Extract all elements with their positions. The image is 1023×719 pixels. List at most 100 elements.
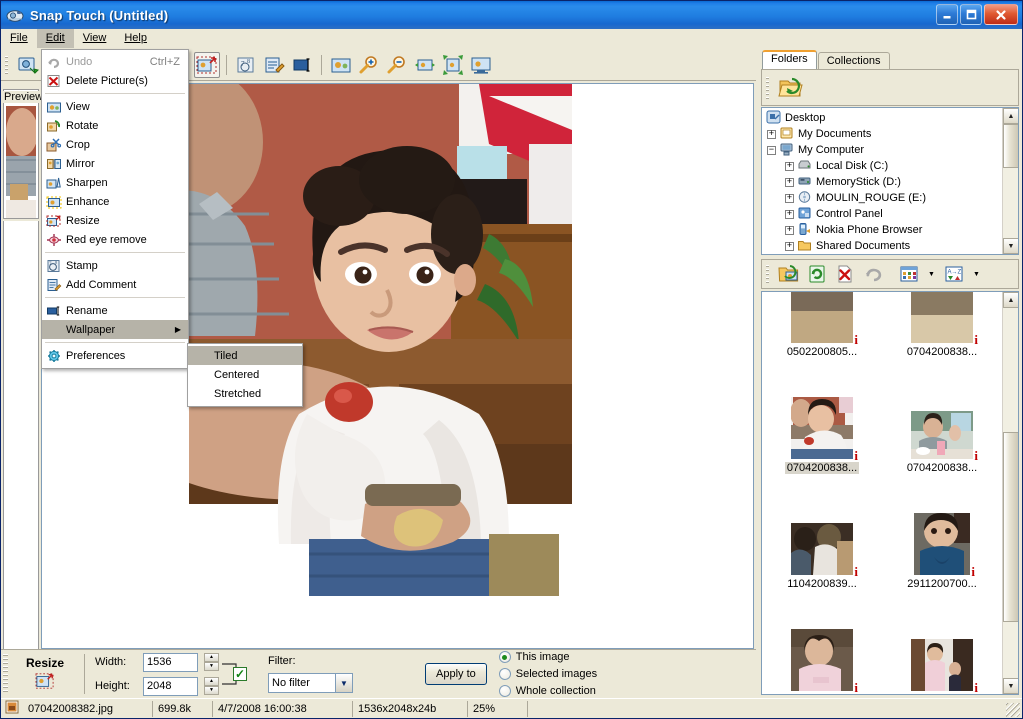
view-mode-icon[interactable] bbox=[896, 261, 922, 287]
tree-scrollbar[interactable]: ▲ ▼ bbox=[1002, 108, 1018, 254]
info-badge-icon[interactable]: i bbox=[974, 449, 978, 462]
menu-item-view[interactable]: View bbox=[42, 97, 188, 116]
height-stepper-down[interactable]: ▼ bbox=[204, 686, 219, 695]
maximize-button[interactable] bbox=[960, 4, 982, 25]
menu-edit[interactable]: Edit bbox=[36, 29, 74, 48]
scroll-up-icon[interactable]: ▲ bbox=[1003, 292, 1018, 308]
menu-item-wallpaper[interactable]: Wallpaper ▶ bbox=[42, 320, 188, 339]
fit-page-icon[interactable] bbox=[440, 52, 466, 78]
expander-icon[interactable]: + bbox=[785, 241, 794, 251]
menu-item-add-comment[interactable]: Add Comment bbox=[42, 275, 188, 294]
tree-item-control-panel[interactable]: + Control Panel bbox=[762, 206, 1000, 222]
refresh-icon[interactable] bbox=[804, 261, 830, 287]
thumbnail-item[interactable]: i 2911200700... bbox=[882, 480, 1002, 590]
menu-item-preferences[interactable]: Preferences bbox=[42, 346, 188, 365]
menu-item-rotate[interactable]: Rotate bbox=[42, 116, 188, 135]
menu-item-resize[interactable]: Resize bbox=[42, 211, 188, 230]
menu-item-enhance[interactable]: Enhance bbox=[42, 192, 188, 211]
width-stepper[interactable]: ▲ ▼ bbox=[204, 653, 219, 671]
preview-panel[interactable] bbox=[3, 89, 39, 219]
menu-item-crop[interactable]: Crop bbox=[42, 135, 188, 154]
tree-item-my-documents-2[interactable]: + My Documents bbox=[762, 254, 1000, 255]
add-pictures-icon[interactable] bbox=[776, 261, 802, 287]
thumbnail-scrollbar-thumb[interactable] bbox=[1003, 432, 1018, 622]
tree-item-local-disk[interactable]: + Local Disk (C:) bbox=[762, 158, 1000, 174]
resize-panel-grip[interactable] bbox=[3, 654, 8, 694]
tree-item-memorystick[interactable]: + MemoryStick (D:) bbox=[762, 174, 1000, 190]
scope-option-this-image[interactable]: This image bbox=[498, 649, 597, 665]
chevron-down-icon[interactable]: ▼ bbox=[335, 674, 352, 692]
rename-icon[interactable] bbox=[289, 52, 315, 78]
sort-dropdown-arrow[interactable]: ▼ bbox=[968, 271, 985, 278]
menu-item-tiled[interactable]: Tiled bbox=[188, 346, 302, 365]
scroll-up-icon[interactable]: ▲ bbox=[1003, 108, 1018, 124]
zoom-out-icon[interactable] bbox=[384, 52, 410, 78]
thumbnail-toolbar-grip[interactable] bbox=[764, 263, 772, 285]
thumbnail-list[interactable]: i 0502200805... i 0704200838... i 070420… bbox=[761, 291, 1019, 695]
view-icon[interactable] bbox=[328, 52, 354, 78]
thumbnail-scrollbar[interactable]: ▲ ▼ bbox=[1002, 292, 1018, 694]
filter-select[interactable]: No filter ▼ bbox=[268, 673, 353, 693]
acquire-icon[interactable] bbox=[15, 52, 41, 78]
aspect-lock-checkbox[interactable]: ✓ bbox=[233, 667, 247, 681]
expander-icon[interactable]: + bbox=[785, 225, 794, 235]
tree-item-desktop[interactable]: Desktop bbox=[762, 110, 1000, 126]
close-button[interactable] bbox=[984, 4, 1018, 25]
zoom-in-icon[interactable] bbox=[356, 52, 382, 78]
undo-icon[interactable] bbox=[860, 261, 886, 287]
menu-item-centered[interactable]: Centered bbox=[188, 365, 302, 384]
menu-item-mirror[interactable]: Mirror bbox=[42, 154, 188, 173]
expander-icon[interactable]: + bbox=[767, 129, 776, 139]
expander-icon[interactable]: − bbox=[767, 145, 776, 155]
info-badge-icon[interactable]: i bbox=[854, 449, 858, 462]
expander-icon[interactable]: + bbox=[785, 161, 794, 171]
menu-view[interactable]: View bbox=[74, 29, 116, 48]
view-mode-dropdown-arrow[interactable]: ▼ bbox=[923, 271, 940, 278]
apply-to-button[interactable]: Apply to bbox=[425, 663, 487, 685]
info-badge-icon[interactable]: i bbox=[854, 565, 858, 578]
info-badge-icon[interactable]: i bbox=[974, 333, 978, 346]
tree-scrollbar-thumb[interactable] bbox=[1003, 124, 1018, 168]
menu-item-stamp[interactable]: 78 Stamp bbox=[42, 256, 188, 275]
tab-collections[interactable]: Collections bbox=[817, 52, 890, 69]
thumbnail-item[interactable]: i 0704200838... bbox=[762, 364, 882, 474]
resize-icon[interactable] bbox=[194, 51, 220, 78]
folder-tree[interactable]: Desktop + My Documents − My Computer + L… bbox=[761, 107, 1019, 255]
scroll-down-icon[interactable]: ▼ bbox=[1003, 678, 1018, 694]
toolbar-grip[interactable] bbox=[3, 53, 11, 76]
info-badge-icon[interactable]: i bbox=[971, 565, 975, 578]
fit-width-icon[interactable] bbox=[412, 52, 438, 78]
width-stepper-up[interactable]: ▲ bbox=[204, 653, 219, 662]
minimize-button[interactable] bbox=[936, 4, 958, 25]
menu-file[interactable]: File bbox=[1, 29, 37, 48]
open-folder-icon[interactable] bbox=[776, 74, 806, 102]
stamp-icon[interactable]: 7 8 bbox=[233, 52, 259, 78]
menu-item-undo[interactable]: Undo Ctrl+Z bbox=[42, 52, 188, 71]
scope-option-whole-collection[interactable]: Whole collection bbox=[498, 683, 597, 699]
thumbnail-item[interactable]: i 0704200838... bbox=[882, 364, 1002, 474]
menu-item-rename[interactable]: Rename bbox=[42, 301, 188, 320]
slideshow-icon[interactable] bbox=[468, 52, 494, 78]
tab-folders[interactable]: Folders bbox=[762, 50, 817, 69]
tree-item-shared-documents[interactable]: + Shared Documents bbox=[762, 238, 1000, 254]
menu-item-stretched[interactable]: Stretched bbox=[188, 384, 302, 403]
delete-icon[interactable] bbox=[832, 261, 858, 287]
tree-item-my-documents[interactable]: + My Documents bbox=[762, 126, 1000, 142]
tree-item-moulin-rouge[interactable]: + MOULIN_ROUGE (E:) bbox=[762, 190, 1000, 206]
thumbnail-item[interactable]: i 0704200838... bbox=[882, 292, 1002, 358]
info-badge-icon[interactable]: i bbox=[854, 681, 858, 694]
width-stepper-down[interactable]: ▼ bbox=[204, 662, 219, 671]
info-badge-icon[interactable]: i bbox=[974, 681, 978, 694]
tree-item-nokia-phone-browser[interactable]: + Nokia Phone Browser bbox=[762, 222, 1000, 238]
height-stepper[interactable]: ▲ ▼ bbox=[204, 677, 219, 695]
scroll-down-icon[interactable]: ▼ bbox=[1003, 238, 1018, 254]
expander-icon[interactable]: + bbox=[785, 254, 794, 255]
folder-toolbar-grip[interactable] bbox=[764, 74, 772, 101]
menu-item-red-eye-remove[interactable]: Red eye remove bbox=[42, 230, 188, 249]
expander-icon[interactable]: + bbox=[785, 193, 794, 203]
resize-grip[interactable] bbox=[1006, 703, 1020, 717]
thumbnail-item[interactable]: i 0502200805... bbox=[762, 292, 882, 358]
thumbnail-item[interactable]: i 2911200700... bbox=[762, 596, 882, 694]
height-input[interactable]: 2048 bbox=[143, 676, 198, 696]
thumbnail-item[interactable]: i 1104200839... bbox=[762, 480, 882, 590]
